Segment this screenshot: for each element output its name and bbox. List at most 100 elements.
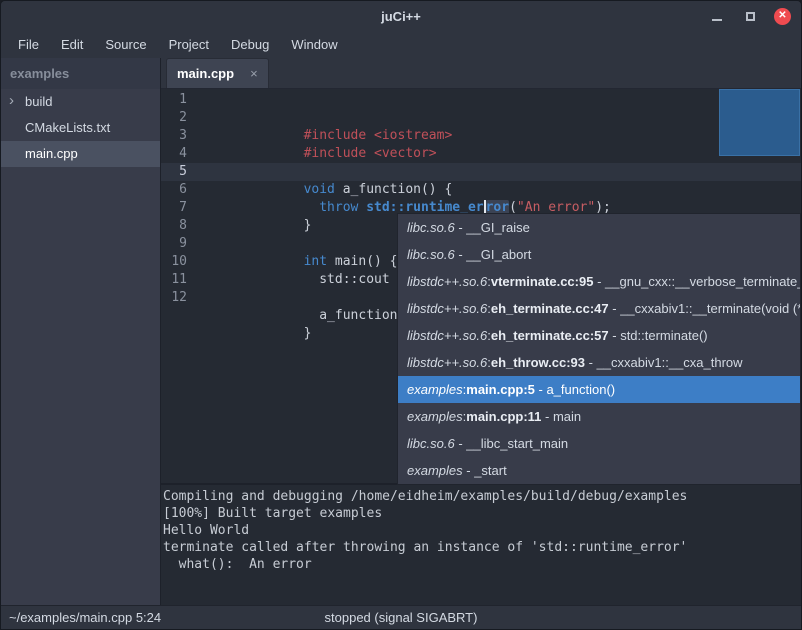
- backtrace-item[interactable]: libc.so.6 - __GI_abort: [398, 241, 800, 268]
- code-line[interactable]: 1 #include <iostream>: [161, 91, 801, 109]
- backtrace-item[interactable]: examples - _start: [398, 457, 800, 484]
- restore-button[interactable]: [741, 7, 759, 25]
- terminal-output[interactable]: Compiling and debugging /home/eidheim/ex…: [161, 485, 801, 605]
- backtrace-item[interactable]: examples:main.cpp:5 - a_function(): [398, 376, 800, 403]
- code-line[interactable]: 6 }: [161, 181, 801, 199]
- library-name: libstdc++.so.6: [407, 274, 487, 289]
- status-bar: stopped (signal SIGABRT) ~/examples/main…: [1, 605, 801, 629]
- line-number: 9: [161, 235, 187, 253]
- titlebar[interactable]: juCi++ ✕: [1, 1, 801, 31]
- dash-separator: -: [593, 274, 605, 289]
- menu-item[interactable]: Debug: [220, 31, 280, 58]
- project-folder-label: examples: [1, 58, 160, 89]
- code-line[interactable]: 2 #include <vector>: [161, 109, 801, 127]
- tab-label: main.cpp: [177, 66, 234, 81]
- backtrace-item[interactable]: libc.so.6 - __libc_start_main: [398, 430, 800, 457]
- backtrace-item[interactable]: libc.so.6 - __GI_raise: [398, 214, 800, 241]
- file-location: eh_terminate.cc:57: [491, 328, 609, 343]
- tree-item-label: CMakeLists.txt: [25, 120, 110, 135]
- backtrace-item[interactable]: libstdc++.so.6:vterminate.cc:95 - __gnu_…: [398, 268, 800, 295]
- chevron-right-icon[interactable]: ›: [9, 88, 14, 114]
- library-name: libc.so.6: [407, 436, 455, 451]
- menu-item[interactable]: File: [7, 31, 50, 58]
- window-title: juCi++: [381, 9, 421, 24]
- menu-item[interactable]: Window: [280, 31, 348, 58]
- dash-separator: -: [463, 463, 475, 478]
- scroll-overview-box: [719, 89, 800, 156]
- code-line[interactable]: 5 throw std::runtime_error("An error");: [161, 163, 801, 181]
- function-name: __GI_abort: [466, 247, 531, 262]
- location-wrap: :eh_terminate.cc:57: [487, 328, 608, 343]
- file-location: vterminate.cc:95: [491, 274, 594, 289]
- code-text: #include <vector>: [187, 109, 437, 127]
- function-name: __GI_raise: [466, 220, 530, 235]
- menu-item[interactable]: Source: [94, 31, 157, 58]
- location-wrap: :main.cpp:5: [463, 382, 535, 397]
- code-line[interactable]: 4 void a_function() {: [161, 145, 801, 163]
- line-number: 12: [161, 289, 187, 307]
- code-segment: }: [304, 326, 312, 341]
- minimize-button[interactable]: [708, 7, 726, 25]
- library-name: libc.so.6: [407, 247, 455, 262]
- function-name: std::terminate(): [620, 328, 707, 343]
- function-name: __gnu_cxx::__verbose_terminate_handler(): [605, 274, 800, 289]
- tree-item-label: build: [25, 94, 52, 109]
- function-name: main: [553, 409, 581, 424]
- backtrace-item[interactable]: examples:main.cpp:11 - main: [398, 403, 800, 430]
- file-location: eh_throw.cc:93: [491, 355, 585, 370]
- function-name: __cxxabiv1::__cxa_throw: [597, 355, 743, 370]
- line-number: 5: [161, 163, 187, 181]
- tree-item[interactable]: › build: [1, 89, 160, 115]
- code-segment: throw: [319, 200, 358, 215]
- backtrace-item[interactable]: libstdc++.so.6:eh_throw.cc:93 - __cxxabi…: [398, 349, 800, 376]
- file-location: main.cpp:11: [466, 409, 541, 424]
- tree-item[interactable]: main.cpp: [1, 141, 160, 167]
- dash-separator: -: [541, 409, 553, 424]
- line-number: 11: [161, 271, 187, 289]
- line-number: 4: [161, 145, 187, 163]
- menu-item[interactable]: Project: [158, 31, 220, 58]
- terminal-line: [100%] Built target examples: [163, 505, 801, 522]
- tab-main-cpp[interactable]: main.cpp ×: [166, 58, 269, 88]
- library-name: examples: [407, 463, 463, 478]
- file-location: eh_terminate.cc:47: [491, 301, 609, 316]
- editor-pane: main.cpp × 1 #include <iostream>: [161, 58, 801, 605]
- code-text: [187, 127, 319, 145]
- file-location: main.cpp:5: [466, 382, 535, 397]
- restore-icon: [746, 12, 755, 21]
- library-name: libstdc++.so.6: [407, 355, 487, 370]
- code-text: throw std::runtime_error("An error");: [187, 163, 611, 181]
- terminal-line: what(): An error: [163, 556, 801, 573]
- library-name: examples: [407, 382, 463, 397]
- window-controls: ✕: [708, 1, 791, 31]
- tree-item-label: main.cpp: [25, 146, 78, 161]
- terminal-line: Hello World: [163, 522, 801, 539]
- file-tree: › build CMakeLists.txt main.cpp: [1, 89, 160, 167]
- backtrace-item[interactable]: libstdc++.so.6:eh_terminate.cc:47 - __cx…: [398, 295, 800, 322]
- line-number: 8: [161, 217, 187, 235]
- code-text: void a_function() {: [187, 145, 452, 163]
- close-button[interactable]: ✕: [774, 8, 791, 25]
- dash-separator: -: [609, 328, 621, 343]
- backtrace-popup: libc.so.6 - __GI_raise libc.so.6 - __GI_…: [397, 213, 801, 485]
- dash-separator: -: [455, 220, 467, 235]
- code-text: }: [187, 181, 319, 199]
- function-name: _start: [474, 463, 507, 478]
- tree-item[interactable]: CMakeLists.txt: [1, 115, 160, 141]
- menu-bar: FileEditSourceProjectDebugWindow: [1, 31, 801, 58]
- line-number: 2: [161, 109, 187, 127]
- file-location-status: ~/examples/main.cpp 5:24: [9, 610, 161, 625]
- line-number: 10: [161, 253, 187, 271]
- code-text: #include <iostream>: [187, 91, 452, 109]
- library-name: libc.so.6: [407, 220, 455, 235]
- app-window: juCi++ ✕ FileEditSourceProjectDebugWindo…: [0, 0, 802, 630]
- dash-separator: -: [609, 301, 621, 316]
- location-wrap: :main.cpp:11: [463, 409, 542, 424]
- menu-item[interactable]: Edit: [50, 31, 94, 58]
- close-icon: ✕: [778, 11, 786, 21]
- backtrace-item[interactable]: libstdc++.so.6:eh_terminate.cc:57 - std:…: [398, 322, 800, 349]
- dash-separator: -: [455, 436, 467, 451]
- code-line[interactable]: 3: [161, 127, 801, 145]
- close-icon[interactable]: ×: [250, 66, 258, 81]
- function-name: a_function(): [546, 382, 615, 397]
